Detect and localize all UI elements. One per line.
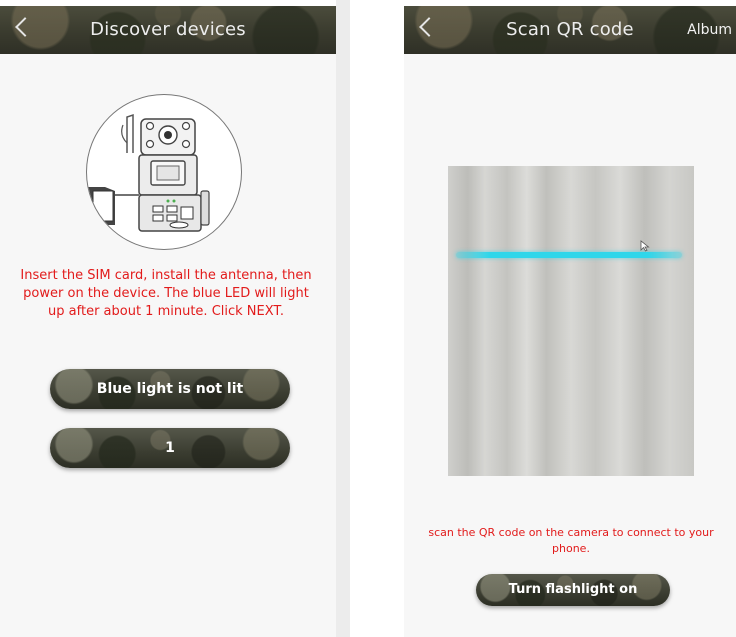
pointer-cursor-icon [640,240,650,252]
screen-gap [336,0,350,637]
scan-qr-code-screen: Scan QR code Album scan the QR code on t… [404,6,736,637]
flashlight-toggle-button[interactable]: Turn flashlight on [476,574,670,606]
instruction-text: Insert the SIM card, install the antenna… [20,268,312,319]
discover-devices-screen: Discover devices Insert the SIM card, in… [0,6,336,637]
scan-line [456,252,682,258]
titlebar: Scan QR code Album [404,6,736,54]
album-link[interactable]: Album [687,22,732,38]
blue-light-not-lit-button[interactable]: Blue light is not lit [50,369,290,409]
camera-drawing-icon [87,113,210,232]
titlebar: Discover devices [0,6,336,54]
scan-hint-text: scan the QR code on the camera to connec… [428,526,714,555]
page-title: Discover devices [90,19,246,40]
trail-camera-illustration [86,94,242,250]
camera-preview [448,166,694,476]
next-button[interactable]: 1 [50,428,290,468]
